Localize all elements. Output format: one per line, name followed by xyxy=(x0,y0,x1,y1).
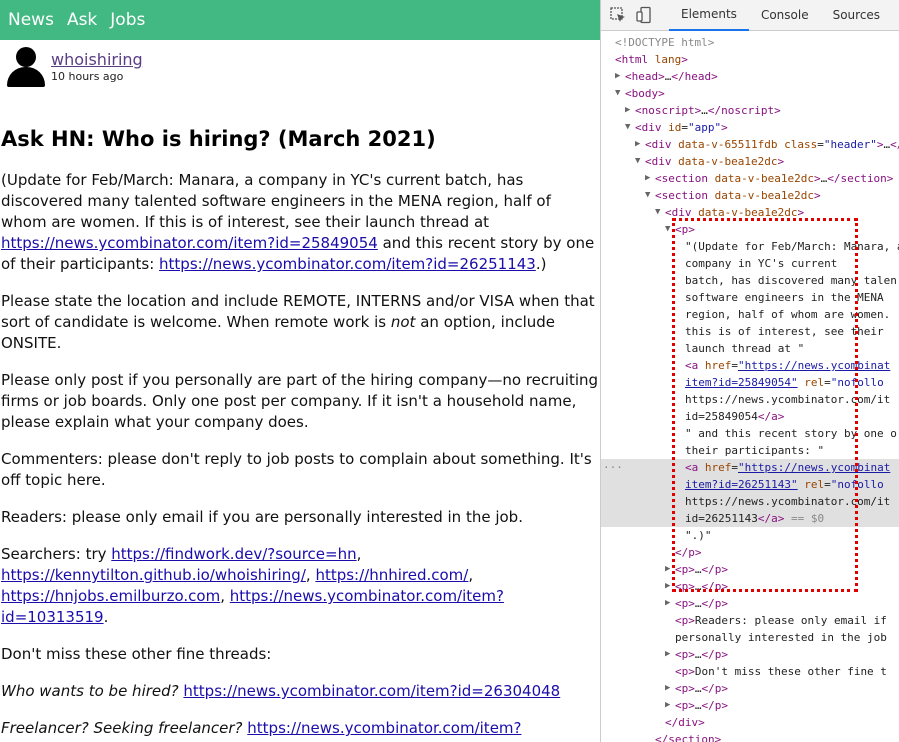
user-header: whoishiring 10 hours ago xyxy=(0,40,600,95)
nav-jobs[interactable]: Jobs xyxy=(110,10,145,30)
paragraph-other-threads: Don't miss these other fine threads: xyxy=(1,645,272,663)
text: .) xyxy=(535,255,547,273)
dom-tree-line[interactable]: ▶ <p>…</p> xyxy=(601,680,899,697)
dom-tree-line[interactable]: <!DOCTYPE html> xyxy=(601,34,899,51)
paragraph-location: Please state the location and include RE… xyxy=(1,291,599,354)
emphasis: Freelancer? Seeking freelancer? xyxy=(1,719,243,737)
device-toolbar-icon[interactable] xyxy=(635,6,653,24)
dom-tree-line[interactable]: ▼ <body> xyxy=(601,85,899,102)
launch-thread-link[interactable]: https://news.ycombinator.com/item?id=258… xyxy=(1,234,378,252)
dom-tree-line[interactable]: ▶<div data-v-65511fdb class="header">…</ xyxy=(601,136,899,153)
expand-arrow-icon[interactable]: ▶ xyxy=(635,136,640,153)
dom-tree-line[interactable]: ▶ <noscript>…</noscript> xyxy=(601,102,899,119)
dom-tree-line[interactable]: ▶ <section data-v-bea1e2dc>…</section> xyxy=(601,170,899,187)
expand-arrow-icon[interactable]: ▶ xyxy=(665,697,670,714)
text: (Update for Feb/March: Manara, a company… xyxy=(1,171,551,231)
post-title: Ask HN: Who is hiring? (March 2021) xyxy=(1,127,436,151)
dom-tree-line[interactable]: </div> xyxy=(601,714,899,731)
text: Searchers: try xyxy=(1,545,112,563)
username-link[interactable]: whoishiring xyxy=(51,50,143,69)
dom-tree-line[interactable]: ▶ <p>…</p> xyxy=(601,595,899,612)
paragraph-readers: Readers: please only email if you are pe… xyxy=(1,508,523,526)
tab-sources[interactable]: Sources xyxy=(821,0,892,30)
dom-tree-line[interactable]: personally interested in the job xyxy=(601,629,899,646)
expand-arrow-icon[interactable]: ▼ xyxy=(645,187,650,204)
paragraph-wants-hired: Who wants to be hired? https://news.ycom… xyxy=(1,681,599,702)
dom-tree-line[interactable]: <p>Readers: please only email if xyxy=(601,612,899,629)
post-body: (Update for Feb/March: Manara, a company… xyxy=(0,170,600,742)
dom-tree-line[interactable]: <p>Don't miss these other fine t xyxy=(601,663,899,680)
emphasis: not xyxy=(390,313,416,331)
expand-arrow-icon[interactable]: ▶ xyxy=(665,561,670,578)
expand-arrow-icon[interactable]: ▶ xyxy=(665,578,670,595)
avatar-icon xyxy=(7,47,45,87)
expand-arrow-icon[interactable]: ▼ xyxy=(615,85,620,102)
tab-elements[interactable]: Elements xyxy=(669,0,749,31)
dom-tree-line[interactable]: ▼ <div data-v-bea1e2dc> xyxy=(601,153,899,170)
expand-arrow-icon[interactable]: ▶ xyxy=(665,680,670,697)
expand-arrow-icon[interactable]: ▶ xyxy=(625,102,630,119)
expand-arrow-icon[interactable]: ▶ xyxy=(665,646,670,663)
dom-tree-line[interactable]: ▶ <head>…</head> xyxy=(601,68,899,85)
expand-arrow-icon[interactable]: ▼ xyxy=(665,221,670,238)
expand-arrow-icon[interactable]: ▶ xyxy=(615,68,620,85)
inspect-element-icon[interactable] xyxy=(609,6,627,24)
highlight-annotation-box xyxy=(672,218,858,592)
dom-tree-line[interactable]: </section> xyxy=(601,731,899,742)
paragraph-commenters: Commenters: please don't reply to job po… xyxy=(1,450,592,489)
devtools-toolbar: Elements Console Sources Vu xyxy=(601,0,899,31)
tab-console[interactable]: Console xyxy=(749,0,821,30)
dom-tree-line[interactable]: ▼ <section data-v-bea1e2dc> xyxy=(601,187,899,204)
kennytilton-link[interactable]: https://kennytilton.github.io/whoishirin… xyxy=(1,566,306,584)
expand-arrow-icon[interactable]: ▶ xyxy=(665,595,670,612)
expand-arrow-icon[interactable]: ▼ xyxy=(625,119,630,136)
hnjobs-link[interactable]: https://hnjobs.emilburzo.com xyxy=(1,587,220,605)
page: News Ask Jobs whoishiring 10 hours ago A… xyxy=(0,0,600,742)
more-options-icon[interactable]: ··· xyxy=(603,459,623,476)
nav-news[interactable]: News xyxy=(8,10,54,30)
top-nav: News Ask Jobs xyxy=(0,0,600,40)
dom-tree-line[interactable]: ▼ <div id="app"> xyxy=(601,119,899,136)
dom-tree-line[interactable]: ▶ <p>…</p> xyxy=(601,697,899,714)
wants-hired-link[interactable]: https://news.ycombinator.com/item?id=263… xyxy=(183,682,560,700)
paragraph-freelancer: Freelancer? Seeking freelancer? https://… xyxy=(1,718,599,742)
tab-vue[interactable]: Vu xyxy=(892,0,899,30)
expand-arrow-icon[interactable]: ▼ xyxy=(655,204,660,221)
nav-ask[interactable]: Ask xyxy=(67,10,97,30)
expand-arrow-icon[interactable]: ▼ xyxy=(635,153,640,170)
story-link[interactable]: https://news.ycombinator.com/item?id=262… xyxy=(159,255,536,273)
paragraph-posting-rules: Please only post if you personally are p… xyxy=(1,371,599,431)
paragraph-update: (Update for Feb/March: Manara, a company… xyxy=(1,170,599,275)
dom-tree-line[interactable]: ▶ <p>…</p> xyxy=(601,646,899,663)
dom-tree-line[interactable]: <html lang> xyxy=(601,51,899,68)
findwork-link[interactable]: https://findwork.dev/?source=hn xyxy=(111,545,356,563)
emphasis: Who wants to be hired? xyxy=(1,682,179,700)
post-time: 10 hours ago xyxy=(51,70,124,83)
hnhired-link[interactable]: https://hnhired.com/ xyxy=(315,566,468,584)
expand-arrow-icon[interactable]: ▶ xyxy=(645,170,650,187)
paragraph-searchers: Searchers: try https://findwork.dev/?sou… xyxy=(1,545,504,626)
